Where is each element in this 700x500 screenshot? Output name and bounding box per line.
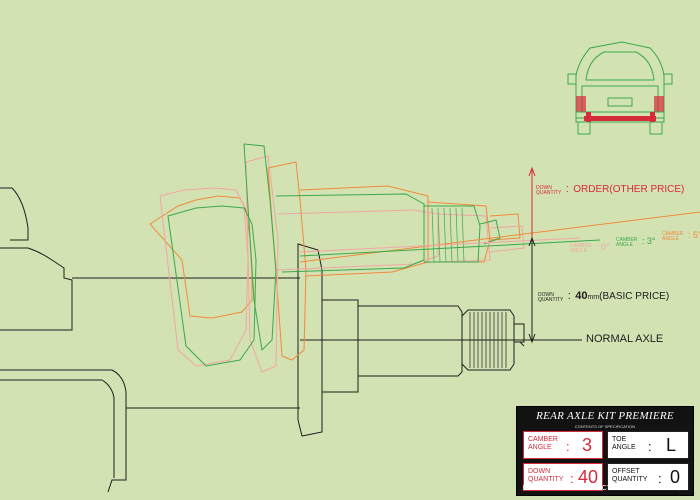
spec-footer: PROPOSAL & MANUFACTURED BY J-LINE CO.,LT… xyxy=(522,485,688,492)
reference-lines xyxy=(72,277,582,409)
order-annotation: DOWN QUANTITY : ORDER(OTHER PRICE) xyxy=(536,180,684,196)
down-quantity-arrows xyxy=(528,166,536,344)
spec-camber-value: 3 xyxy=(582,435,593,455)
spec-subtitle: CONTENTS OF SPECIFICATION xyxy=(574,424,636,429)
normal-axle-label: NORMAL AXLE xyxy=(586,333,664,345)
camber-3-label: CAMBER ANGLE : 3° xyxy=(616,236,656,248)
camber-3-assembly xyxy=(167,143,501,367)
tire-outline xyxy=(0,187,127,493)
camber-0-label: CAMBER ANGLE : 0° xyxy=(570,242,610,254)
order-small: DOWN QUANTITY xyxy=(536,185,562,196)
camber-5-label: CAMBER ANGLE : 5° xyxy=(662,230,700,242)
basic-value: 40 xyxy=(575,290,588,302)
basic-text: (BASIC PRICE) xyxy=(599,291,670,302)
spec-camber-cell: CAMBER ANGLE : 3 xyxy=(523,431,603,459)
spec-panel: REAR AXLE KIT PREMIERE CONTENTS OF SPECI… xyxy=(516,406,694,496)
basic-unit: mm xyxy=(587,294,600,301)
basic-annotation: DOWN QUANTITY : 40mm(BASIC PRICE) xyxy=(538,290,670,303)
van-axle-highlight xyxy=(584,112,656,122)
spec-toe-cell: TOE ANGLE : L xyxy=(607,431,689,459)
order-colon: : xyxy=(565,183,569,195)
spec-toe-value: L xyxy=(666,435,677,455)
order-text: ORDER(OTHER PRICE) xyxy=(573,184,685,195)
spec-title: REAR AXLE KIT PREMIERE xyxy=(536,410,674,422)
